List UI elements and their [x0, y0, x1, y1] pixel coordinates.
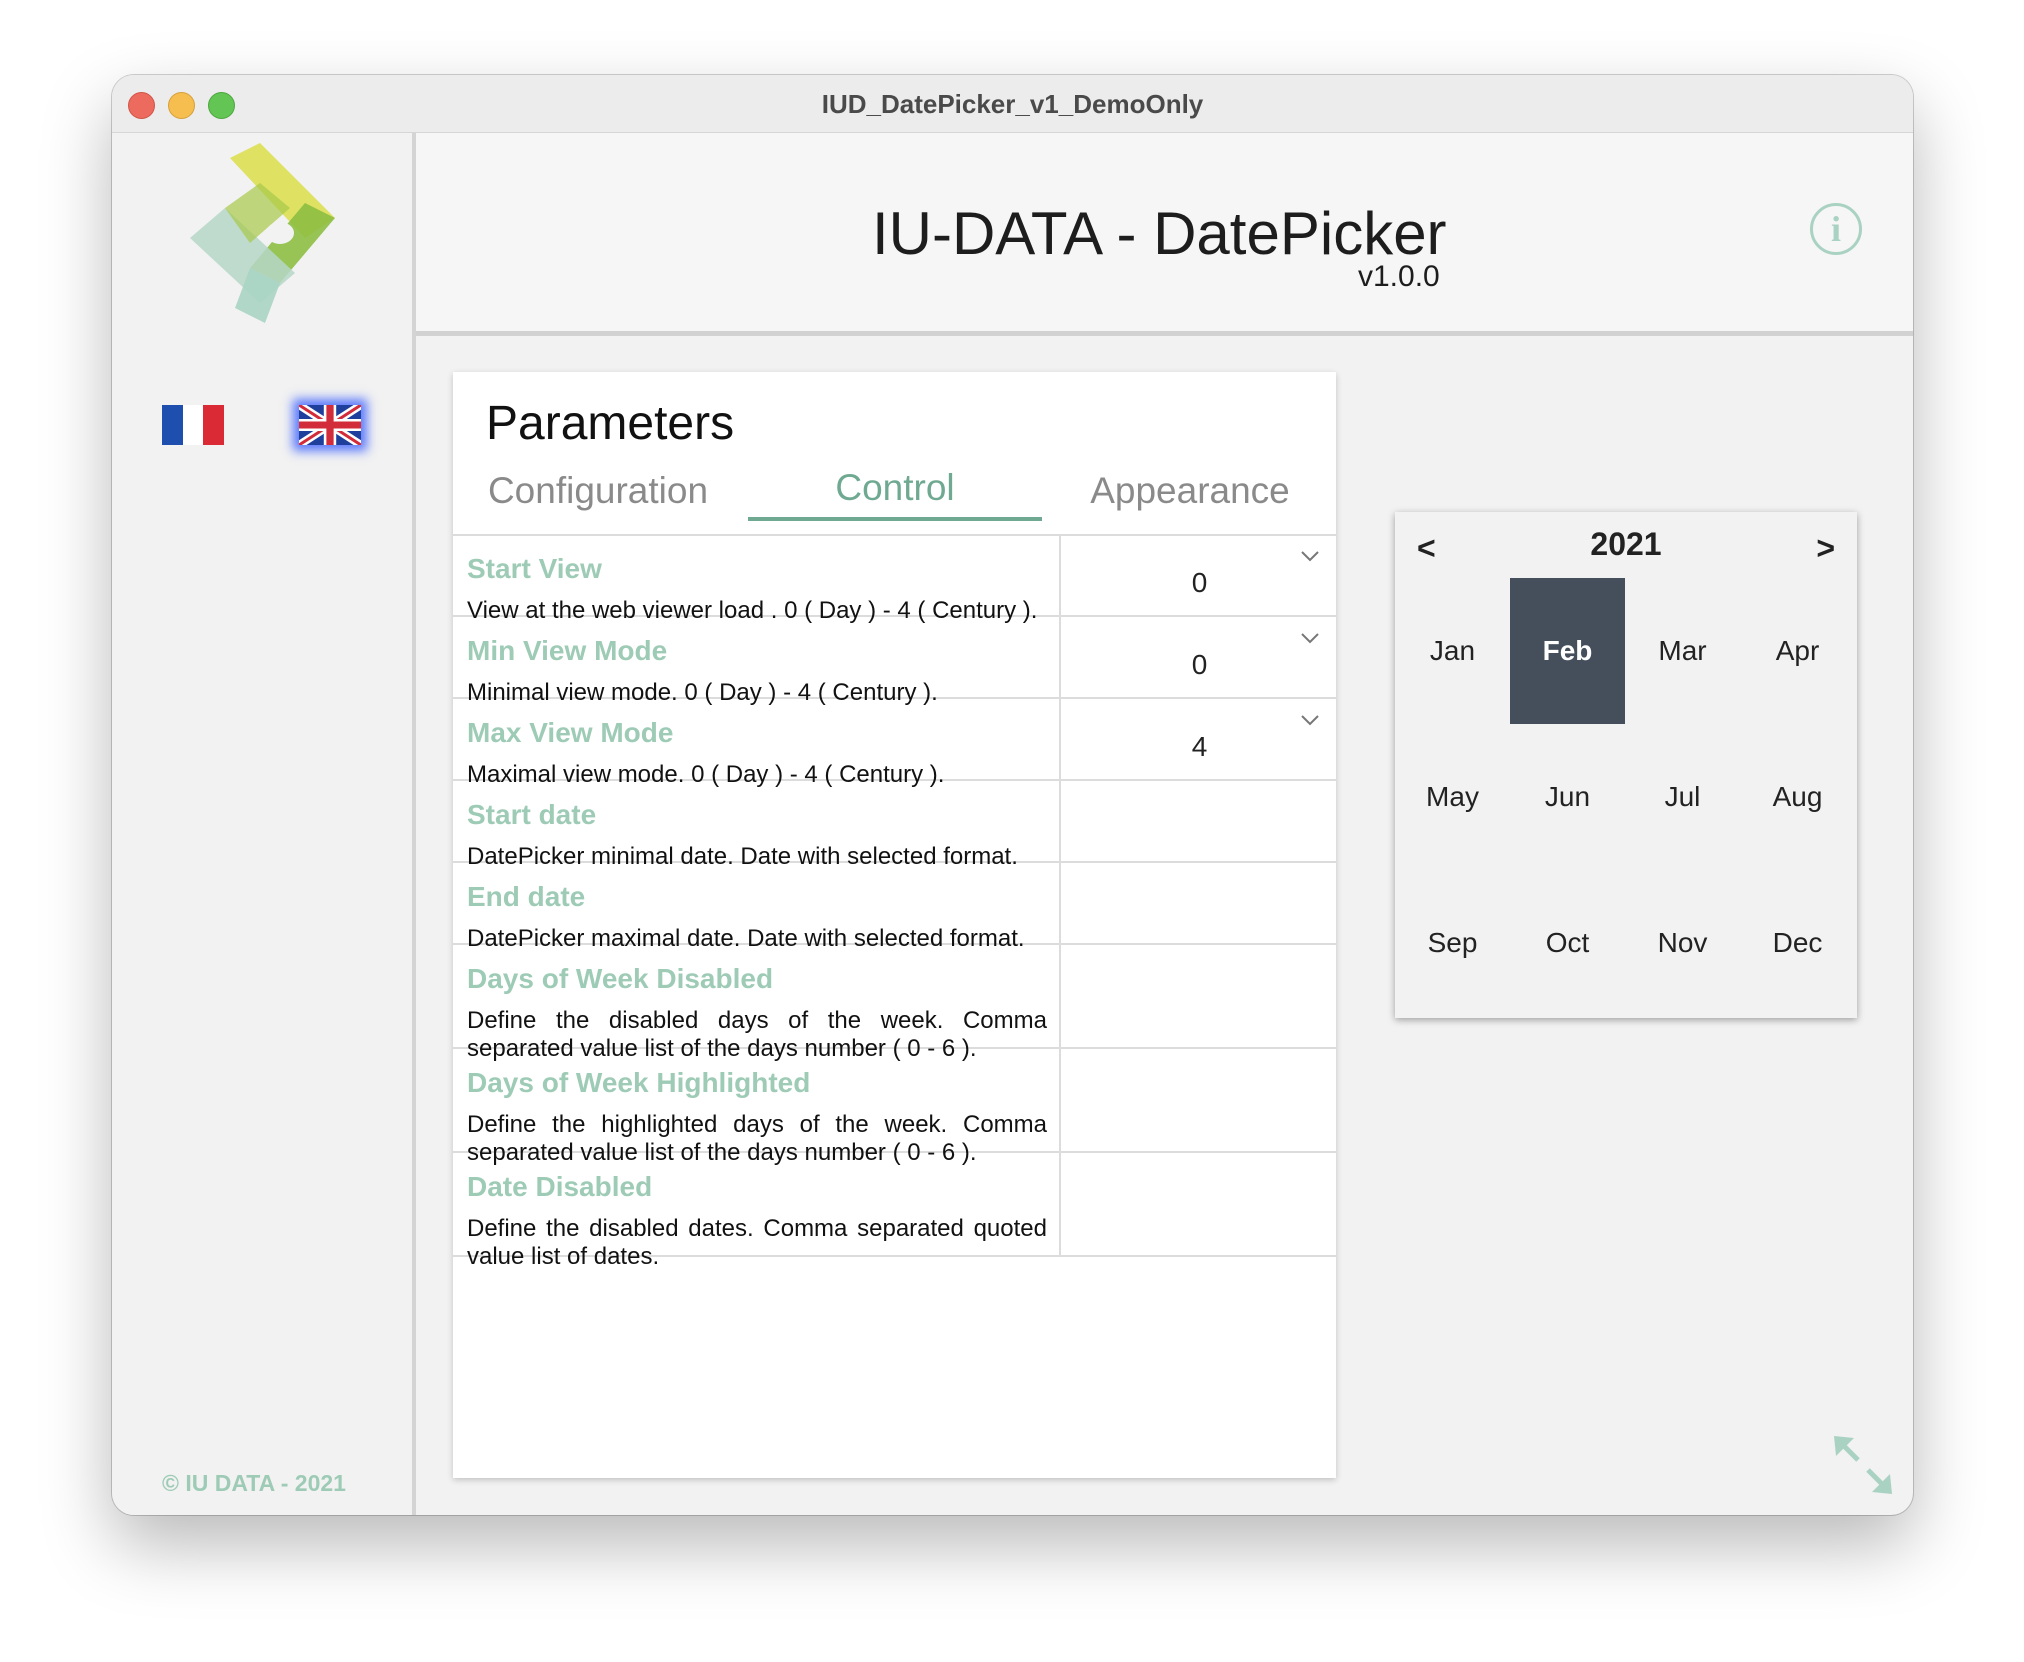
- uk-flag-button[interactable]: [299, 405, 361, 445]
- info-icon[interactable]: i: [1810, 203, 1862, 255]
- sidebar: © IU DATA - 2021: [112, 133, 416, 1515]
- param-label: Date Disabled: [467, 1171, 653, 1202]
- end-date-input[interactable]: [1063, 863, 1336, 943]
- param-label: Start View: [467, 553, 602, 584]
- param-row-start-date: Start date DatePicker minimal date. Date…: [453, 781, 1336, 870]
- param-label: Min View Mode: [467, 635, 668, 666]
- param-label: Start date: [467, 799, 597, 830]
- iu-data-logo-icon: [190, 143, 335, 323]
- param-value: 0: [1191, 649, 1208, 680]
- param-row-days-of-week-highlighted: Days of Week Highlighted Define the high…: [453, 1049, 1336, 1166]
- month-jan[interactable]: Jan: [1395, 578, 1510, 724]
- app-version: v1.0.0: [1358, 260, 1440, 293]
- param-label: Days of Week Highlighted: [467, 1067, 811, 1098]
- month-sep[interactable]: Sep: [1395, 870, 1510, 1016]
- month-dec[interactable]: Dec: [1740, 870, 1855, 1016]
- tab-appearance[interactable]: Appearance: [1070, 470, 1310, 516]
- days-of-week-highlighted-input[interactable]: [1063, 1049, 1336, 1151]
- param-value: 0: [1191, 567, 1208, 598]
- copyright-text: © IU DATA - 2021: [162, 1470, 346, 1496]
- start-date-input[interactable]: [1063, 781, 1336, 861]
- param-label: Days of Week Disabled: [467, 963, 774, 994]
- tab-control[interactable]: Control: [748, 467, 1042, 521]
- tab-configuration[interactable]: Configuration: [483, 470, 713, 516]
- date-disabled-input[interactable]: [1063, 1153, 1336, 1255]
- param-row-date-disabled: Date Disabled Define the disabled dates.…: [453, 1153, 1336, 1270]
- month-jul[interactable]: Jul: [1625, 724, 1740, 870]
- month-nov[interactable]: Nov: [1625, 870, 1740, 1016]
- window-title: IUD_DatePicker_v1_DemoOnly: [821, 89, 1204, 119]
- month-apr[interactable]: Apr: [1740, 578, 1855, 724]
- min-view-mode-select[interactable]: 0: [1063, 617, 1336, 697]
- parameters-title: Parameters: [486, 397, 735, 450]
- param-description: Define the disabled dates. Comma separat…: [467, 1215, 1047, 1270]
- param-row-min-view-mode: Min View Mode Minimal view mode. 0 ( Day…: [453, 617, 1336, 706]
- month-feb[interactable]: Feb: [1510, 578, 1625, 724]
- title-bar: IUD_DatePicker_v1_DemoOnly: [112, 75, 1913, 133]
- french-flag-button[interactable]: [162, 405, 225, 445]
- month-mar[interactable]: Mar: [1625, 578, 1740, 724]
- start-view-select[interactable]: 0: [1063, 535, 1336, 615]
- chevron-down-icon: [1301, 551, 1319, 562]
- app-header: IU-DATA - DatePicker v1.0.0 i: [416, 133, 1913, 336]
- param-label: End date: [467, 881, 586, 912]
- param-label: Max View Mode: [467, 717, 674, 748]
- app-title: IU-DATA - DatePicker: [872, 200, 1447, 267]
- calendar-next-button[interactable]: >: [1816, 530, 1835, 567]
- calendar-year[interactable]: 2021: [1395, 526, 1857, 563]
- param-row-start-view: Start View View at the web viewer load .…: [453, 535, 1336, 624]
- expand-arrows-icon[interactable]: [1832, 1434, 1894, 1496]
- param-row-end-date: End date DatePicker maximal date. Date w…: [453, 863, 1336, 952]
- month-jun[interactable]: Jun: [1510, 724, 1625, 870]
- param-row-days-of-week-disabled: Days of Week Disabled Define the disable…: [453, 945, 1336, 1062]
- chevron-down-icon: [1301, 715, 1319, 726]
- parameters-panel: Parameters Configuration Control Appeara…: [453, 372, 1336, 1478]
- max-view-mode-select[interactable]: 4: [1063, 699, 1336, 779]
- param-row-max-view-mode: Max View Mode Maximal view mode. 0 ( Day…: [453, 699, 1336, 788]
- param-value: 4: [1191, 731, 1208, 762]
- month-may[interactable]: May: [1395, 724, 1510, 870]
- app-window: IUD_DatePicker_v1_DemoOnly © IU DATA - 2…: [112, 75, 1913, 1515]
- month-aug[interactable]: Aug: [1740, 724, 1855, 870]
- days-of-week-disabled-input[interactable]: [1063, 945, 1336, 1047]
- datepicker-calendar: < 2021 > Jan Feb Mar Apr May Jun Jul Aug…: [1395, 512, 1857, 1018]
- month-oct[interactable]: Oct: [1510, 870, 1625, 1016]
- chevron-down-icon: [1301, 633, 1319, 644]
